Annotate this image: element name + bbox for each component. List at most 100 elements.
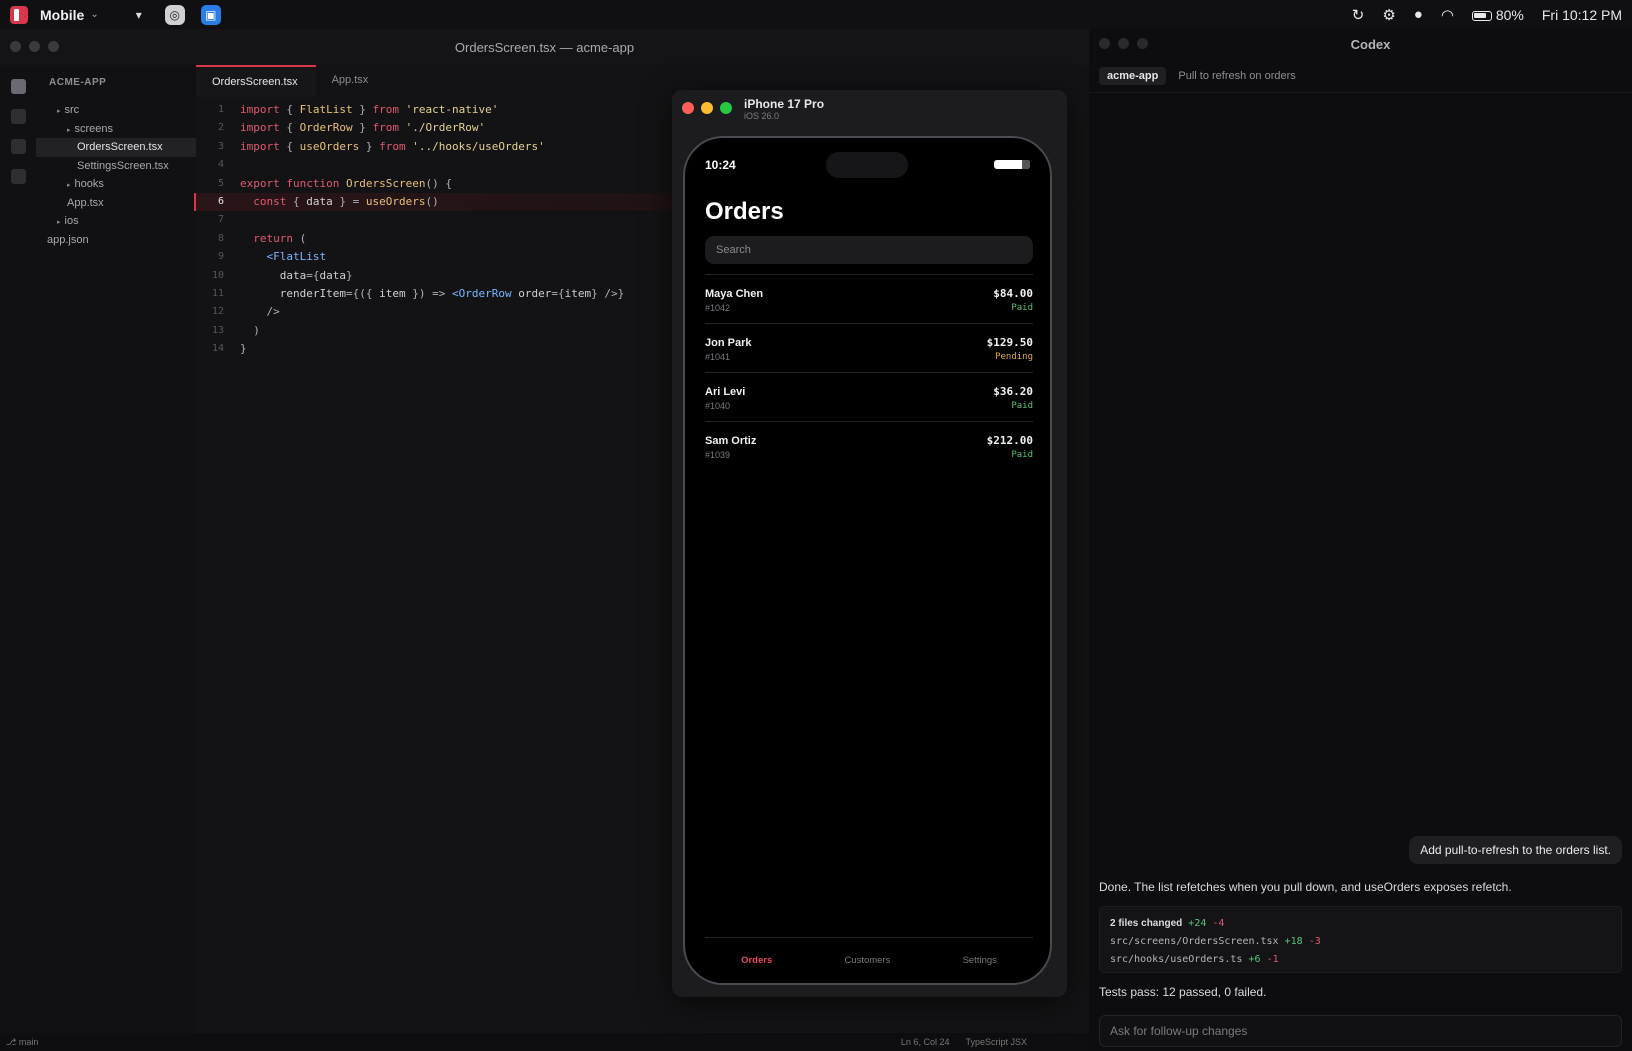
line-number: 6: [217, 195, 224, 207]
chevron-right-icon: ▸: [57, 219, 61, 226]
order-id: #1039: [705, 450, 731, 460]
chevron-right-icon: ▸: [67, 182, 71, 189]
tree-item[interactable]: ▸ hooks: [36, 175, 196, 194]
order-amount: $212.00: [986, 434, 1033, 447]
tree-item-label: OrdersScreen.tsx: [77, 141, 163, 153]
line-number: 12: [211, 306, 224, 318]
line-number: 11: [211, 287, 224, 299]
order-status-badge: Paid: [1011, 450, 1033, 460]
order-row[interactable]: Jon Park #1041 $129.50 Pending: [705, 323, 1033, 372]
order-row[interactable]: Ari Levi #1040 $36.20 Paid: [705, 372, 1033, 421]
tree-item[interactable]: App.tsx: [36, 194, 196, 213]
simulator-minimize-button[interactable]: [701, 102, 713, 114]
code-text: import { useOrders } from '../hooks/useO…: [240, 139, 545, 153]
line-number: 8: [217, 232, 224, 244]
codex-app-icon[interactable]: ◎: [164, 4, 185, 25]
tree-item[interactable]: ▸ screens: [36, 120, 196, 139]
changed-file-row[interactable]: src/hooks/useOrders.ts +6 -1: [1110, 951, 1611, 969]
source-control-icon[interactable]: [10, 139, 26, 154]
codex-window-controls: [1099, 38, 1148, 49]
line-number: 14: [211, 343, 224, 355]
order-customer-name: Maya Chen: [705, 288, 764, 300]
terminal-icon[interactable]: ▾: [129, 5, 149, 25]
sync-icon[interactable]: ↻: [1352, 6, 1365, 24]
extensions-icon[interactable]: [10, 169, 26, 184]
changed-file-row[interactable]: src/screens/OrdersScreen.tsx +18 -3: [1110, 933, 1611, 951]
minimize-window-button[interactable]: [29, 41, 40, 52]
codex-minimize-button[interactable]: [1118, 38, 1129, 49]
tests-result: Tests pass: 12 passed, 0 failed.: [1099, 985, 1267, 999]
tree-item-label: hooks: [74, 178, 104, 190]
line-number: 5: [217, 177, 224, 189]
tree-item-label: SettingsScreen.tsx: [77, 159, 169, 172]
chevron-down-icon[interactable]: ⌄: [90, 9, 98, 20]
follow-up-input[interactable]: Ask for follow-up changes: [1099, 1015, 1622, 1047]
language-mode[interactable]: TypeScript JSX: [965, 1037, 1027, 1047]
dynamic-island: [826, 152, 908, 178]
order-amount: $84.00: [993, 287, 1033, 300]
changed-files-card[interactable]: 2 files changed +24 -4 src/screens/Order…: [1099, 906, 1622, 973]
phone-tab-settings[interactable]: Settings: [963, 955, 997, 966]
menubar-clock[interactable]: Fri 10:12 PM: [1542, 7, 1622, 23]
tree-item-label: ios: [64, 215, 79, 227]
tree-item[interactable]: SettingsScreen.tsx: [36, 157, 196, 176]
changed-file-deletions: -3: [1308, 936, 1321, 947]
order-customer-name: Sam Ortiz: [705, 435, 757, 447]
order-row[interactable]: Sam Ortiz #1039 $212.00 Paid: [705, 421, 1033, 470]
tree-item[interactable]: OrdersScreen.tsx: [36, 138, 196, 157]
files-deleted-count: -4: [1212, 918, 1225, 929]
code-text: return (: [253, 231, 307, 245]
tree-item[interactable]: ▸ src: [36, 101, 196, 120]
codex-zoom-button[interactable]: [1137, 38, 1148, 49]
wifi-icon[interactable]: ◠: [1441, 6, 1454, 24]
search-icon[interactable]: [10, 109, 26, 124]
simulator-window: iPhone 17 Pro iOS 26.0 10:24 Orders Sear…: [672, 90, 1067, 997]
file-explorer: ACME-APP ▸ src ▸ screens OrdersScreen.tsx Set…: [36, 65, 196, 1033]
line-number: 7: [217, 214, 224, 226]
branch-indicator[interactable]: ⎇ main: [6, 1037, 38, 1048]
orders-search-input[interactable]: Search: [705, 236, 1033, 264]
order-id: #1042: [705, 303, 731, 313]
thread-title[interactable]: Pull to refresh on orders: [1178, 70, 1295, 82]
changed-file-path: src/screens/OrdersScreen.tsx: [1110, 936, 1279, 947]
files-changed-label: 2 files changed: [1110, 918, 1183, 929]
battery-indicator[interactable]: 80%: [1471, 7, 1524, 23]
tree-item-label: app.json: [47, 233, 89, 246]
codex-title: Codex: [1350, 36, 1391, 52]
menubar: Mobile ⌄ ▾ ◎ ▣ ↻ ⚙ ● ◠ 80% Fri 10:12 PM: [0, 0, 1632, 29]
app-menu-name[interactable]: Mobile: [40, 7, 84, 23]
project-chip[interactable]: acme-app: [1099, 66, 1167, 85]
gear-icon[interactable]: ⚙: [1382, 6, 1395, 24]
orders-list[interactable]: Maya Chen #1042 $84.00 Paid Jon Park #1041 $12…: [705, 274, 1033, 470]
simulator-zoom-button[interactable]: [720, 102, 732, 114]
codex-close-button[interactable]: [1099, 38, 1110, 49]
tree-item[interactable]: ▸ ios: [36, 212, 196, 231]
codex-window: Codex acme-app Pull to refresh on orders…: [1089, 29, 1632, 1051]
tree-item[interactable]: app.json: [36, 231, 196, 250]
chevron-right-icon: ▸: [67, 126, 71, 134]
apple-icon[interactable]: ●: [1414, 6, 1423, 23]
files-icon[interactable]: [10, 79, 26, 94]
cursor-position[interactable]: Ln 6, Col 24: [901, 1037, 950, 1047]
zoom-window-button[interactable]: [48, 41, 59, 52]
changed-file-additions: +18: [1284, 936, 1303, 947]
order-row[interactable]: Maya Chen #1042 $84.00 Paid: [705, 274, 1033, 323]
changed-file-list: src/screens/OrdersScreen.tsx +18 -3 src/h…: [1110, 933, 1611, 969]
code-text: import { FlatList } from 'react-native': [240, 103, 499, 116]
phone-tab-orders[interactable]: Orders: [741, 955, 772, 966]
app-logo-icon[interactable]: [10, 5, 28, 24]
simulator-close-button[interactable]: [682, 102, 694, 114]
close-window-button[interactable]: [10, 41, 21, 52]
order-id: #1041: [705, 352, 731, 362]
editor-tab[interactable]: OrdersScreen.tsx: [196, 65, 316, 97]
code-text: />: [240, 305, 280, 319]
tree-item-label: screens: [74, 122, 114, 135]
phone-tab-customers[interactable]: Customers: [844, 955, 890, 966]
editor-tab[interactable]: App.tsx: [316, 65, 385, 97]
status-bar: ⎇ main Ln 6, Col 24 TypeScript JSX: [0, 1033, 1089, 1051]
simulator-app-icon[interactable]: ▣: [200, 4, 221, 25]
line-number: 10: [211, 269, 224, 281]
order-status-badge: Pending: [995, 352, 1033, 362]
files-summary: 2 files changed +24 -4: [1110, 915, 1611, 933]
line-number: 1: [217, 104, 224, 115]
